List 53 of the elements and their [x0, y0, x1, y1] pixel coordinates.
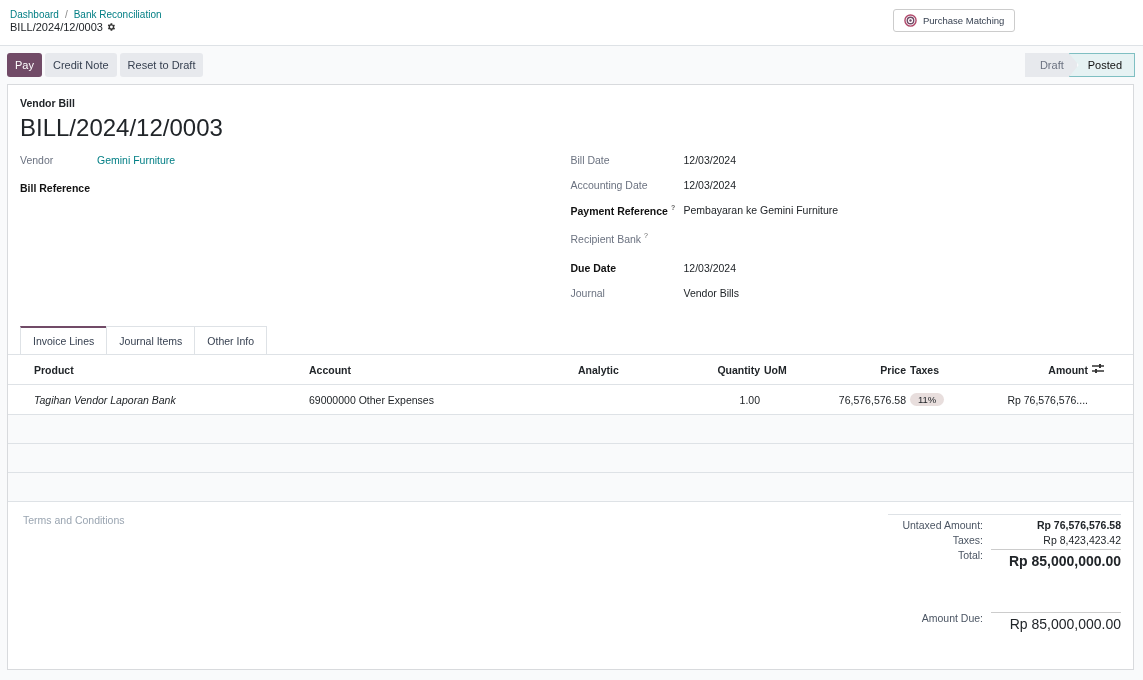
action-button[interactable]: Credit Note [44, 53, 117, 77]
target-icon [904, 14, 917, 27]
column-header[interactable]: UoM [764, 363, 794, 376]
purchase-matching-button[interactable]: Purchase Matching [893, 9, 1016, 32]
column-header[interactable]: Quantity [698, 363, 764, 376]
field-label: Due Date [570, 262, 617, 276]
field-label: Payment Reference $^{?}$ [570, 204, 677, 219]
total-value: Rp 85,000,000.00 [991, 549, 1121, 569]
column-header[interactable]: Taxes [910, 363, 994, 376]
tax-tag: 11% [910, 393, 945, 406]
column-header[interactable]: Analytic [578, 363, 698, 376]
field-label: Bill Reference [20, 182, 92, 196]
field-value: 12/03/2024 [683, 262, 737, 276]
field-label: Accounting Date [570, 179, 649, 193]
table-cell-text: Tagihan Vendor Laporan Bank [34, 393, 177, 406]
total-value: Rp 85,000,000.00 [991, 612, 1121, 632]
total-value: Rp 76,576,576.58 [1035, 519, 1121, 531]
column-header[interactable]: Amount [994, 363, 1092, 376]
status-step[interactable]: Posted [1068, 53, 1135, 77]
field-label: Journal [570, 287, 606, 301]
tab[interactable]: Other Info [194, 326, 268, 355]
field-value: 12/03/2024 [683, 179, 737, 193]
status-step[interactable]: Draft [1024, 53, 1077, 77]
settings-icon[interactable] [106, 22, 116, 32]
table-cell-text: Rp 76,576,576.... [1006, 393, 1089, 406]
column-header[interactable]: Price [794, 363, 910, 376]
total-label: Total: [956, 549, 983, 563]
action-button[interactable]: Pay [7, 53, 42, 77]
field-label: Bill Date [570, 154, 611, 168]
record-name: BILL/2024/12/0003 [10, 21, 103, 33]
settings-sliders-icon[interactable] [1092, 363, 1104, 374]
breadcrumb-link[interactable]: Dashboard [10, 9, 59, 20]
total-value: Rp 8,423,423.42 [1042, 534, 1121, 546]
field-value: Vendor Bills [683, 287, 739, 301]
table-cell-text: 69000000 Other Expenses [309, 393, 435, 406]
column-header[interactable]: Product [34, 363, 309, 376]
field-label: Vendor [20, 154, 55, 168]
vendor-link[interactable]: Gemini Furniture [97, 154, 176, 182]
document-type-label: Vendor Bill [20, 97, 76, 109]
bill-title: BILL/2024/12/0003 [20, 114, 224, 142]
action-button[interactable]: Reset to Draft [119, 53, 204, 77]
field-label: Recipient Bank $^{?}$ [570, 232, 649, 247]
total-label: Amount Due: [920, 612, 983, 626]
breadcrumb-separator: / [64, 9, 68, 20]
table-cell-text: 1.00 [738, 393, 761, 406]
tab[interactable]: Invoice Lines [20, 326, 108, 355]
field-value: Pembayaran ke Gemini Furniture [683, 204, 839, 218]
total-label: Untaxed Amount: [901, 519, 983, 531]
column-header[interactable]: Account [309, 363, 578, 376]
table-cell-text: 76,576,576.58 [837, 393, 907, 406]
field-value: 12/03/2024 [683, 154, 737, 168]
breadcrumb-link[interactable]: Bank Reconciliation [73, 9, 162, 20]
total-label: Taxes: [951, 534, 983, 546]
